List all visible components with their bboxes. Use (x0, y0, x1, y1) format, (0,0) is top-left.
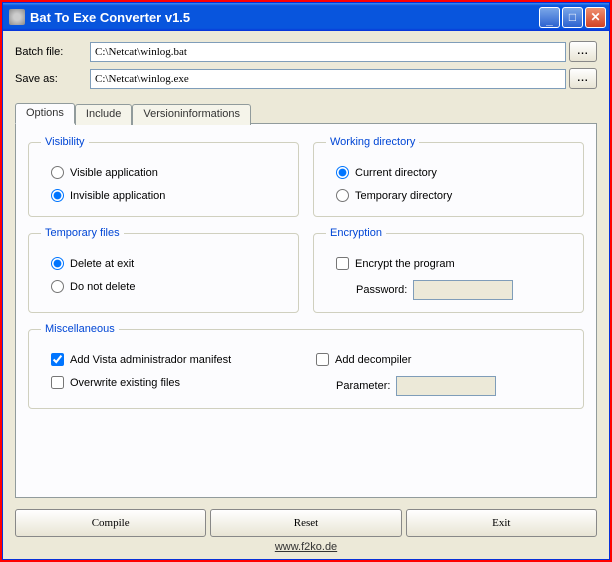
invisible-radio[interactable] (51, 189, 64, 202)
window-title: Bat To Exe Converter v1.5 (30, 10, 539, 25)
client-area: Batch file: ... Save as: ... Options Inc… (3, 31, 609, 559)
titlebar[interactable]: Bat To Exe Converter v1.5 _ □ ✕ (3, 3, 609, 31)
delete-temp-radio[interactable] (51, 257, 64, 270)
decompiler-checkbox[interactable] (316, 353, 329, 366)
decompiler-label: Add decompiler (335, 354, 411, 366)
batch-file-row: Batch file: ... (15, 41, 597, 62)
current-dir-radio[interactable] (336, 166, 349, 179)
save-as-input[interactable] (90, 69, 566, 89)
visible-radio[interactable] (51, 166, 64, 179)
misc-legend: Miscellaneous (41, 323, 119, 335)
batch-file-label: Batch file: (15, 46, 90, 58)
encrypt-label: Encrypt the program (355, 258, 455, 270)
invisible-label: Invisible application (70, 190, 165, 202)
temp-files-group: Temporary files Delete at exit Do not de… (28, 227, 299, 313)
working-dir-group: Working directory Current directory Temp… (313, 136, 584, 217)
compile-button[interactable]: Compile (15, 509, 206, 537)
button-bar: Compile Reset Exit (15, 509, 597, 537)
options-panel: Visibility Visible application Invisible… (15, 123, 597, 498)
tab-options[interactable]: Options (15, 103, 75, 124)
encryption-group: Encryption Encrypt the program Password: (313, 227, 584, 313)
vista-manifest-checkbox[interactable] (51, 353, 64, 366)
app-window: Bat To Exe Converter v1.5 _ □ ✕ Batch fi… (2, 2, 610, 560)
close-button[interactable]: ✕ (585, 7, 606, 28)
temp-dir-radio[interactable] (336, 189, 349, 202)
maximize-button[interactable]: □ (562, 7, 583, 28)
save-as-label: Save as: (15, 73, 90, 85)
working-dir-legend: Working directory (326, 136, 419, 148)
save-as-browse-button[interactable]: ... (569, 68, 597, 89)
parameter-input[interactable] (396, 376, 496, 396)
encrypt-checkbox[interactable] (336, 257, 349, 270)
temp-files-legend: Temporary files (41, 227, 124, 239)
exit-button[interactable]: Exit (406, 509, 597, 537)
save-as-row: Save as: ... (15, 68, 597, 89)
parameter-label: Parameter: (336, 380, 390, 392)
temp-dir-label: Temporary directory (355, 190, 452, 202)
misc-group: Miscellaneous Add Vista administrador ma… (28, 323, 584, 409)
overwrite-checkbox[interactable] (51, 376, 64, 389)
batch-browse-button[interactable]: ... (569, 41, 597, 62)
minimize-button[interactable]: _ (539, 7, 560, 28)
vista-manifest-label: Add Vista administrador manifest (70, 354, 231, 366)
visibility-group: Visibility Visible application Invisible… (28, 136, 299, 217)
password-label: Password: (356, 284, 407, 296)
delete-temp-label: Delete at exit (70, 258, 134, 270)
keep-temp-radio[interactable] (51, 280, 64, 293)
app-icon (9, 9, 25, 25)
current-dir-label: Current directory (355, 167, 437, 179)
visibility-legend: Visibility (41, 136, 89, 148)
tab-strip: Options Include Versioninformations (15, 103, 597, 124)
encryption-legend: Encryption (326, 227, 386, 239)
keep-temp-label: Do not delete (70, 281, 135, 293)
footer-link[interactable]: www.f2ko.de (275, 541, 337, 553)
footer: www.f2ko.de (15, 541, 597, 553)
password-input[interactable] (413, 280, 513, 300)
reset-button[interactable]: Reset (210, 509, 401, 537)
batch-file-input[interactable] (90, 42, 566, 62)
overwrite-label: Overwrite existing files (70, 377, 180, 389)
tab-include[interactable]: Include (75, 104, 132, 125)
visible-label: Visible application (70, 167, 158, 179)
tab-version[interactable]: Versioninformations (132, 104, 251, 125)
